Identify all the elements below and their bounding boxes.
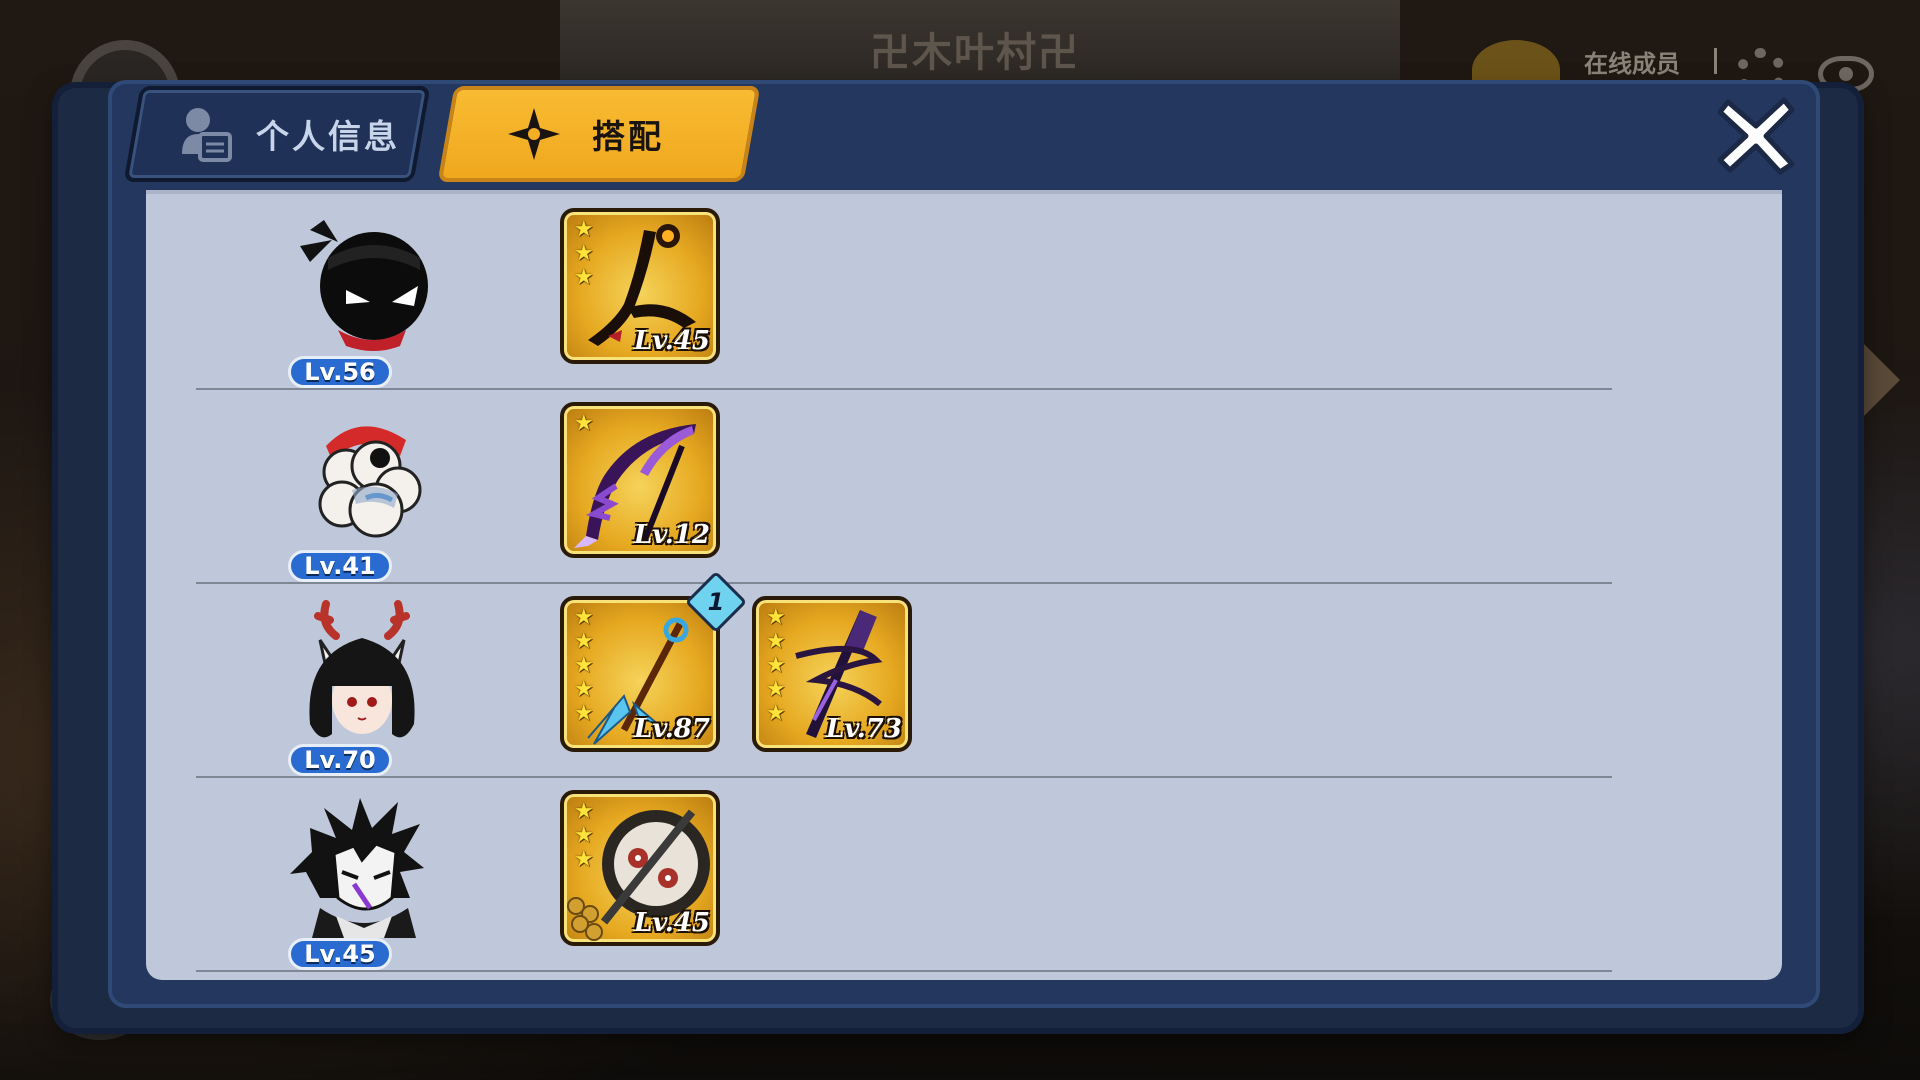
hero-level-badge: Lv.70: [288, 744, 392, 776]
eye-icon: [1818, 56, 1874, 92]
antler-girl-avatar: [309, 600, 415, 738]
weapon-level: Lv.45: [633, 908, 710, 938]
shuriken-icon: [508, 108, 560, 160]
hero-level-badge: Lv.56: [288, 356, 392, 388]
weapon-level: Lv.87: [633, 714, 710, 744]
weapon-slot[interactable]: ★ ★ ★ Lv.45: [560, 208, 720, 364]
star-rating: ★ ★ ★ ★ ★: [766, 605, 786, 726]
hero-avatar[interactable]: Lv.41: [280, 400, 440, 582]
loadout-row: Lv.56 ★ ★ ★ Lv.45: [196, 196, 1612, 390]
white-sheep-ninja-avatar: [318, 426, 422, 538]
profile-card-icon: [182, 108, 232, 162]
black-ninja-avatar: [300, 220, 428, 351]
close-button[interactable]: [1714, 92, 1798, 176]
star-rating: ★ ★ ★: [574, 217, 594, 290]
close-x-icon: [1717, 97, 1795, 175]
village-title: 卍木叶村卍: [870, 30, 1080, 76]
hero-avatar[interactable]: Lv.70: [280, 594, 440, 776]
tab-label: 搭配: [592, 117, 664, 156]
star-rating: ★ ★ ★: [574, 799, 594, 872]
background-separator: [1714, 48, 1717, 74]
row-divider: [196, 970, 1612, 972]
tab-label: 个人信息: [256, 117, 400, 156]
weapon-slot[interactable]: ★ ★ ★ Lv.45: [560, 790, 720, 946]
weapon-level: Lv.73: [825, 714, 902, 744]
weapon-level: Lv.45: [633, 326, 710, 356]
fox-mask-ninja-avatar: [290, 798, 424, 938]
weapon-slot[interactable]: ★ ★ ★ ★ ★ Lv.73: [752, 596, 912, 752]
star-rating: ★ ★ ★ ★ ★: [574, 605, 594, 726]
online-members-label: 在线成员: [1584, 50, 1680, 78]
weapon-level: Lv.12: [633, 520, 710, 550]
tab-loadout[interactable]: 搭配: [437, 86, 761, 182]
hero-avatar[interactable]: Lv.56: [280, 206, 440, 388]
hero-level-badge: Lv.41: [288, 550, 392, 582]
loadout-row: Lv.45 ★ ★ ★ Lv.45: [196, 778, 1612, 972]
weapon-slot[interactable]: ★ Lv.12: [560, 402, 720, 558]
refine-count: 1: [707, 588, 725, 616]
hero-level-badge: Lv.45: [288, 938, 392, 970]
tab-profile-info[interactable]: 个人信息: [123, 86, 431, 182]
loadout-row: Lv.41 ★ Lv.12: [196, 390, 1612, 584]
loadout-row: Lv.70 ★ ★ ★ ★ ★ Lv.87 1 ★ ★ ★ ★ ★ Lv.73: [196, 570, 1612, 778]
star-rating: ★: [574, 411, 594, 436]
hero-avatar[interactable]: Lv.45: [280, 788, 440, 970]
weapon-slot[interactable]: ★ ★ ★ ★ ★ Lv.87 1: [560, 570, 748, 752]
background-arrow-icon: [1860, 340, 1900, 420]
